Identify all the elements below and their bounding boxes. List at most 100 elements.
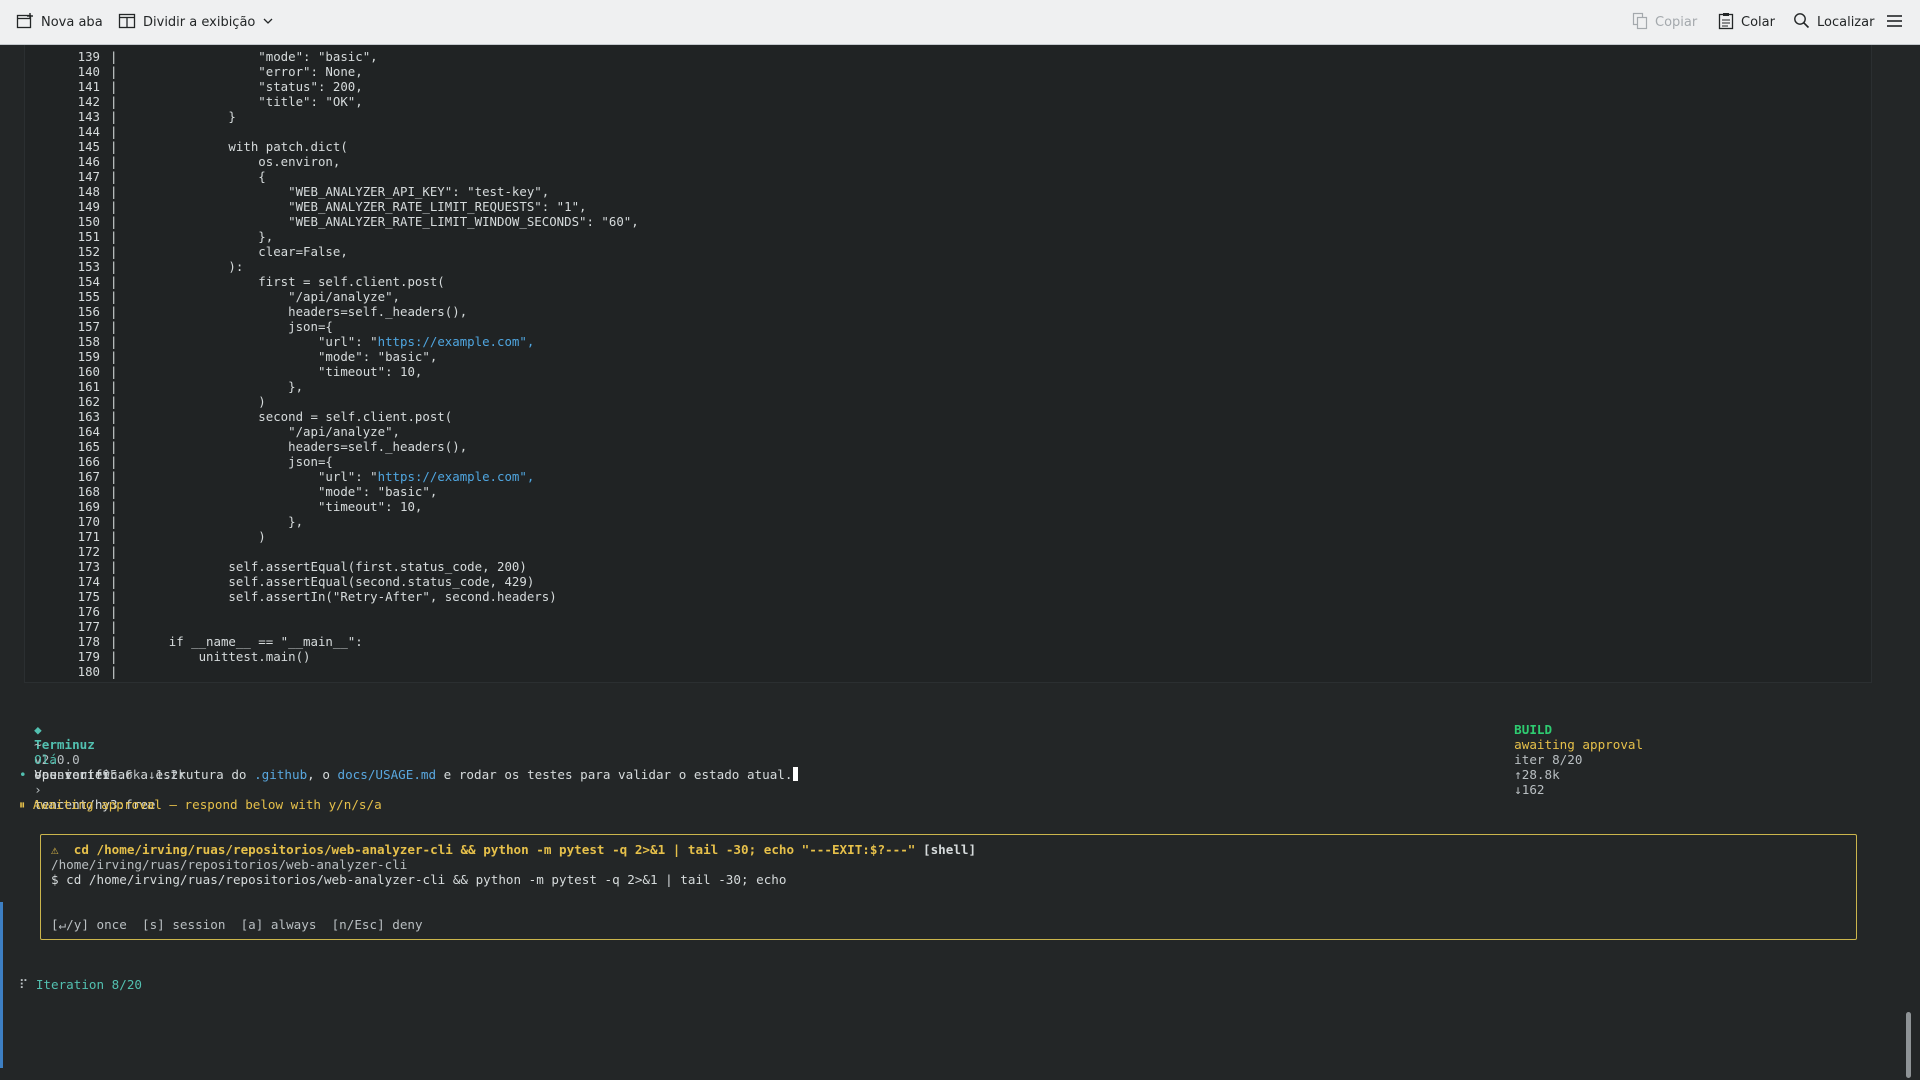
gutter-separator: | xyxy=(110,334,118,349)
awaiting-text: Awaiting approval — respond below with y… xyxy=(32,797,382,812)
code-segment: "mode": "basic", xyxy=(124,349,438,364)
line-number: 172 xyxy=(77,544,100,559)
code-text: "mode": "basic", xyxy=(124,49,377,64)
warning-icon: ⚠ xyxy=(51,842,59,857)
code-text: clear=False, xyxy=(124,244,348,259)
iteration-line: ⠏ Iteration 8/20 xyxy=(19,977,142,992)
gutter-separator: | xyxy=(110,604,118,619)
awaiting-line: ⏸ Awaiting approval — respond below with… xyxy=(19,797,382,812)
gutter-separator: | xyxy=(110,469,118,484)
copy-button[interactable]: Copiar xyxy=(1632,0,1697,45)
line-number: 151 xyxy=(77,229,100,244)
code-segment: "title": "OK", xyxy=(124,94,363,109)
gutter-separator: | xyxy=(110,349,118,364)
line-number: 160 xyxy=(77,364,100,379)
line-number: 146 xyxy=(77,154,100,169)
line-number: 177 xyxy=(77,619,100,634)
line-number: 157 xyxy=(77,319,100,334)
code-segment: second = self.client.post( xyxy=(124,409,453,424)
terminal-toolbar: Nova aba Dividir a exibição Copiar Colar… xyxy=(0,0,1920,45)
app-name: Terminuz xyxy=(34,737,95,752)
option-session[interactable]: [s] session xyxy=(142,917,225,932)
code-segment: "timeout": 10, xyxy=(124,499,423,514)
code-segment: json={ xyxy=(124,454,333,469)
gutter-separator: | xyxy=(110,109,118,124)
code-text: if __name__ == "__main__": xyxy=(124,634,363,649)
line-number: 180 xyxy=(77,664,100,679)
line-number: 142 xyxy=(77,94,100,109)
usage-doc-link[interactable]: docs/USAGE.md xyxy=(338,767,437,782)
line-number: 171 xyxy=(77,529,100,544)
status-line-right: BUILD awaiting approval iter 8/20 ↑28.8k… xyxy=(1499,707,1643,797)
search-icon xyxy=(1793,12,1810,33)
copy-label: Copiar xyxy=(1655,15,1698,30)
code-segment: "timeout": 10, xyxy=(124,364,423,379)
find-button[interactable]: Localizar xyxy=(1793,0,1874,45)
code-segment: ) xyxy=(124,394,266,409)
code-text: ): xyxy=(124,259,243,274)
text-cursor xyxy=(793,767,799,781)
code-url[interactable]: https://example.com xyxy=(378,469,520,484)
code-segment: { xyxy=(124,169,266,184)
code-segment: "url": " xyxy=(124,334,378,349)
code-text: ) xyxy=(124,529,265,544)
paste-icon xyxy=(1718,12,1734,34)
code-segment: "/api/analyze", xyxy=(124,289,401,304)
code-text: "/api/analyze", xyxy=(124,289,400,304)
code-text: ) xyxy=(124,394,266,409)
code-segment: "mode": "basic", xyxy=(124,484,438,499)
tokens-up: ↑28.8k xyxy=(1514,767,1560,782)
spinner-icon: ⠏ xyxy=(19,977,29,992)
approval-command-line: ⚠ cd /home/irving/ruas/repositorios/web-… xyxy=(51,842,976,857)
code-segment: os.environ, xyxy=(124,154,341,169)
split-view-icon xyxy=(118,12,136,34)
code-text: }, xyxy=(124,514,303,529)
main-menu-button[interactable] xyxy=(1886,0,1903,45)
line-number: 148 xyxy=(77,184,100,199)
code-text: "mode": "basic", xyxy=(124,349,437,364)
code-segment: self.assertIn("Retry-After", second.head… xyxy=(124,589,557,604)
copy-icon xyxy=(1632,12,1648,34)
line-number: 164 xyxy=(77,424,100,439)
gutter-separator: | xyxy=(110,499,118,514)
option-deny[interactable]: [n/Esc] deny xyxy=(332,917,423,932)
code-text: "url": "https://example.com", xyxy=(124,469,534,484)
new-tab-button[interactable]: Nova aba xyxy=(16,0,103,45)
code-text: json={ xyxy=(124,319,333,334)
line-number: 161 xyxy=(77,379,100,394)
split-view-button[interactable]: Dividir a exibição xyxy=(118,0,274,45)
github-link[interactable]: .github xyxy=(254,767,307,782)
find-label: Localizar xyxy=(1817,15,1875,30)
code-segment: self.assertEqual(first.status_code, 200) xyxy=(124,559,527,574)
code-text: "/api/analyze", xyxy=(124,424,400,439)
code-url[interactable]: https://example.com xyxy=(378,334,520,349)
code-text: "status": 200, xyxy=(124,79,362,94)
code-text: } xyxy=(124,109,235,124)
gutter-separator: | xyxy=(110,559,118,574)
line-number: 179 xyxy=(77,649,100,664)
line-number: 175 xyxy=(77,589,100,604)
line-number: 158 xyxy=(77,334,100,349)
gutter-separator: | xyxy=(110,304,118,319)
line-number: 141 xyxy=(77,79,100,94)
code-text: "WEB_ANALYZER_RATE_LIMIT_REQUESTS": "1", xyxy=(124,199,586,214)
option-once[interactable]: [↵/y] once xyxy=(51,917,127,932)
gutter-separator: | xyxy=(110,574,118,589)
line-number: 166 xyxy=(77,454,100,469)
line-number: 162 xyxy=(77,394,100,409)
line-number: 169 xyxy=(77,499,100,514)
bullet-icon: • xyxy=(19,767,27,782)
provider-arrow: › xyxy=(34,782,42,797)
line-number: 176 xyxy=(77,604,100,619)
option-always[interactable]: [a] always xyxy=(241,917,317,932)
line-number: 147 xyxy=(77,169,100,184)
gutter-separator: | xyxy=(110,544,118,559)
gutter-separator: | xyxy=(110,619,118,634)
code-text: first = self.client.post( xyxy=(124,274,445,289)
line-number: 156 xyxy=(77,304,100,319)
scrollbar[interactable] xyxy=(1906,1012,1911,1078)
paste-button[interactable]: Colar xyxy=(1718,0,1775,45)
code-segment: headers=self._headers(), xyxy=(124,304,468,319)
code-text: headers=self._headers(), xyxy=(124,304,467,319)
line-number: 163 xyxy=(77,409,100,424)
